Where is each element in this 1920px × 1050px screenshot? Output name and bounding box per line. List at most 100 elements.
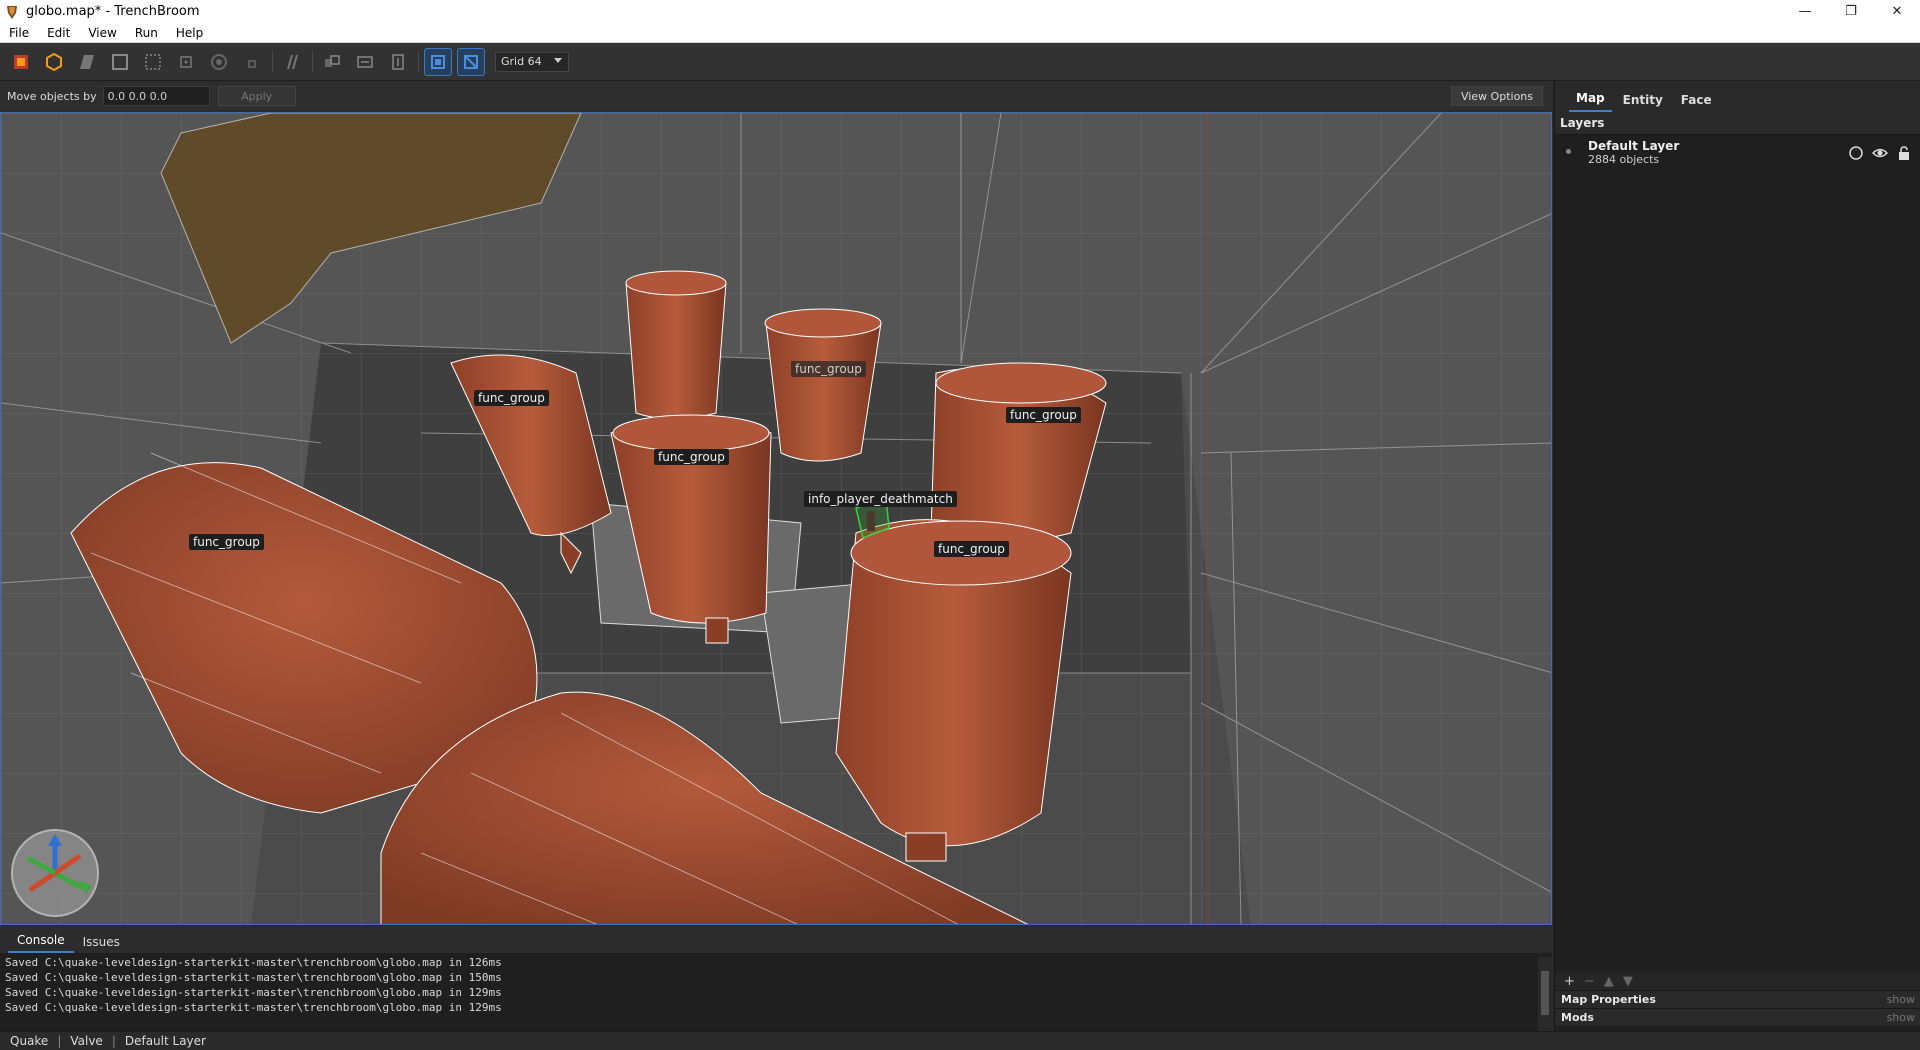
move-offset-input[interactable] xyxy=(102,86,210,106)
rotate-tool-button[interactable] xyxy=(173,49,199,75)
console-panel: Console Issues Saved C:\quake-leveldesig… xyxy=(0,927,1552,1031)
menu-file[interactable]: File xyxy=(0,23,38,43)
window-title: globo.map* - TrenchBroom xyxy=(26,4,200,19)
scrollbar-thumb[interactable] xyxy=(1541,971,1549,1015)
grid-size-select[interactable]: Grid 64 xyxy=(495,51,569,72)
move-layer-up-icon[interactable]: ▲ xyxy=(1604,974,1614,989)
uv-lock-icon xyxy=(464,54,478,69)
duplicate-button[interactable] xyxy=(279,49,305,75)
maximize-button[interactable]: ❐ xyxy=(1828,0,1874,23)
flip-horizontal-icon xyxy=(325,54,340,67)
remove-layer-icon[interactable]: − xyxy=(1584,974,1595,989)
close-button[interactable]: ✕ xyxy=(1874,0,1920,23)
entity-label-func-group[interactable]: func_group xyxy=(654,449,729,465)
entity-label-func-group[interactable]: func_group xyxy=(189,534,264,550)
mods-label: Mods xyxy=(1561,1011,1594,1024)
grid-size-value: Grid 64 xyxy=(501,55,542,68)
brush-tool-icon xyxy=(112,53,128,70)
menu-edit[interactable]: Edit xyxy=(38,23,79,43)
console-line: Saved C:\quake-leveldesign-starterkit-ma… xyxy=(5,956,502,969)
clip-tool-icon xyxy=(145,53,161,70)
duplicate-icon xyxy=(287,54,298,69)
status-separator: | xyxy=(111,1034,116,1048)
map-properties-label: Map Properties xyxy=(1561,993,1656,1006)
scene-render xyxy=(1,113,1551,924)
view-options-button[interactable]: View Options xyxy=(1450,86,1543,106)
shear-tool-icon xyxy=(248,59,256,68)
trenchbroom-logo-icon xyxy=(7,5,17,19)
console-line: Saved C:\quake-leveldesign-starterkit-ma… xyxy=(5,971,502,984)
minimize-button[interactable]: — xyxy=(1782,0,1828,23)
menu-run[interactable]: Run xyxy=(126,23,167,43)
map-properties-row[interactable]: Map Properties show xyxy=(1555,990,1920,1008)
clip-tool-button[interactable] xyxy=(140,49,166,75)
add-layer-icon[interactable]: + xyxy=(1564,974,1575,989)
scale-tool-icon xyxy=(211,53,227,70)
mods-show[interactable]: show xyxy=(1887,1011,1915,1024)
inspector-tabs: Map Entity Face xyxy=(1555,82,1920,112)
face-tool-button[interactable] xyxy=(74,49,100,75)
3d-viewport[interactable]: func_group func_group func_group func_gr… xyxy=(0,112,1552,925)
edge-tool-icon xyxy=(46,52,62,71)
tab-console[interactable]: Console xyxy=(8,929,74,953)
toolbar-separator xyxy=(312,50,313,73)
tab-map[interactable]: Map xyxy=(1569,85,1612,112)
console-line: Saved C:\quake-leveldesign-starterkit-ma… xyxy=(5,986,502,999)
lock-icon[interactable] xyxy=(1896,145,1912,161)
move-layer-down-icon[interactable]: ▼ xyxy=(1623,974,1633,989)
layer-toolbar: + − ▲ ▼ xyxy=(1555,972,1920,990)
layer-row-default[interactable]: Default Layer 2884 objects xyxy=(1555,135,1920,169)
console-output: Saved C:\quake-leveldesign-starterkit-ma… xyxy=(0,953,1552,1017)
tab-entity[interactable]: Entity xyxy=(1616,87,1670,112)
entity-label-func-group[interactable]: func_group xyxy=(1006,407,1081,423)
menu-help[interactable]: Help xyxy=(167,23,212,43)
status-game: Quake xyxy=(10,1034,49,1048)
face-tool-icon xyxy=(80,54,94,69)
shear-tool-button[interactable] xyxy=(239,49,265,75)
scale-tool-button[interactable] xyxy=(206,49,232,75)
apply-button[interactable]: Apply xyxy=(217,86,296,106)
toolbar-separator xyxy=(272,50,273,73)
texture-lock-button[interactable] xyxy=(424,47,452,76)
status-bar: Quake | Valve | Default Layer xyxy=(0,1031,1920,1050)
active-layer-dot xyxy=(1566,149,1571,154)
mods-row[interactable]: Mods show xyxy=(1555,1008,1920,1026)
title-bar: globo.map* - TrenchBroom — ❐ ✕ xyxy=(0,0,1920,23)
menu-view[interactable]: View xyxy=(79,23,125,43)
omit-from-export-icon[interactable] xyxy=(1848,145,1864,161)
main-toolbar: Grid 64 xyxy=(0,43,1920,81)
flip-vertical-button[interactable] xyxy=(352,49,378,75)
menu-bar: File Edit View Run Help xyxy=(0,23,1920,43)
status-separator: | xyxy=(57,1034,62,1048)
rotate-ccw-button[interactable] xyxy=(385,49,411,75)
axis-gizmo-icon[interactable] xyxy=(10,828,100,918)
tab-face[interactable]: Face xyxy=(1674,87,1719,112)
arrow-vertical-icon xyxy=(392,53,404,70)
eye-icon[interactable] xyxy=(1872,145,1888,161)
barrel-back-right xyxy=(764,308,882,462)
map-properties-show[interactable]: show xyxy=(1887,993,1915,1006)
vertex-tool-icon xyxy=(14,54,28,69)
entity-label-func-group[interactable]: func_group xyxy=(474,390,549,406)
brush-tool-button[interactable] xyxy=(107,49,133,75)
console-line: Saved C:\quake-leveldesign-starterkit-ma… xyxy=(5,1001,502,1014)
rotate-tool-icon xyxy=(180,55,192,68)
entity-label-player[interactable]: info_player_deathmatch xyxy=(804,491,957,507)
uv-lock-button[interactable] xyxy=(457,47,485,76)
move-objects-bar: Move objects by Apply View Options xyxy=(0,82,1552,110)
status-layer: Default Layer xyxy=(124,1034,206,1048)
barrel-back-left xyxy=(625,270,727,420)
entity-label-func-group[interactable]: func_group xyxy=(791,361,866,377)
texture-lock-icon xyxy=(431,54,445,69)
entity-label-func-group[interactable]: func_group xyxy=(934,541,1009,557)
flip-horizontal-button[interactable] xyxy=(319,49,345,75)
status-format: Valve xyxy=(70,1034,103,1048)
console-scrollbar[interactable] xyxy=(1538,957,1552,1031)
edge-tool-button[interactable] xyxy=(41,49,67,75)
vertex-tool-button[interactable] xyxy=(8,49,34,75)
chevron-down-icon xyxy=(554,57,562,63)
flip-vertical-icon xyxy=(357,55,373,68)
tab-issues[interactable]: Issues xyxy=(74,931,129,953)
layers-header: Layers xyxy=(1555,112,1920,135)
move-objects-label: Move objects by xyxy=(7,89,97,103)
